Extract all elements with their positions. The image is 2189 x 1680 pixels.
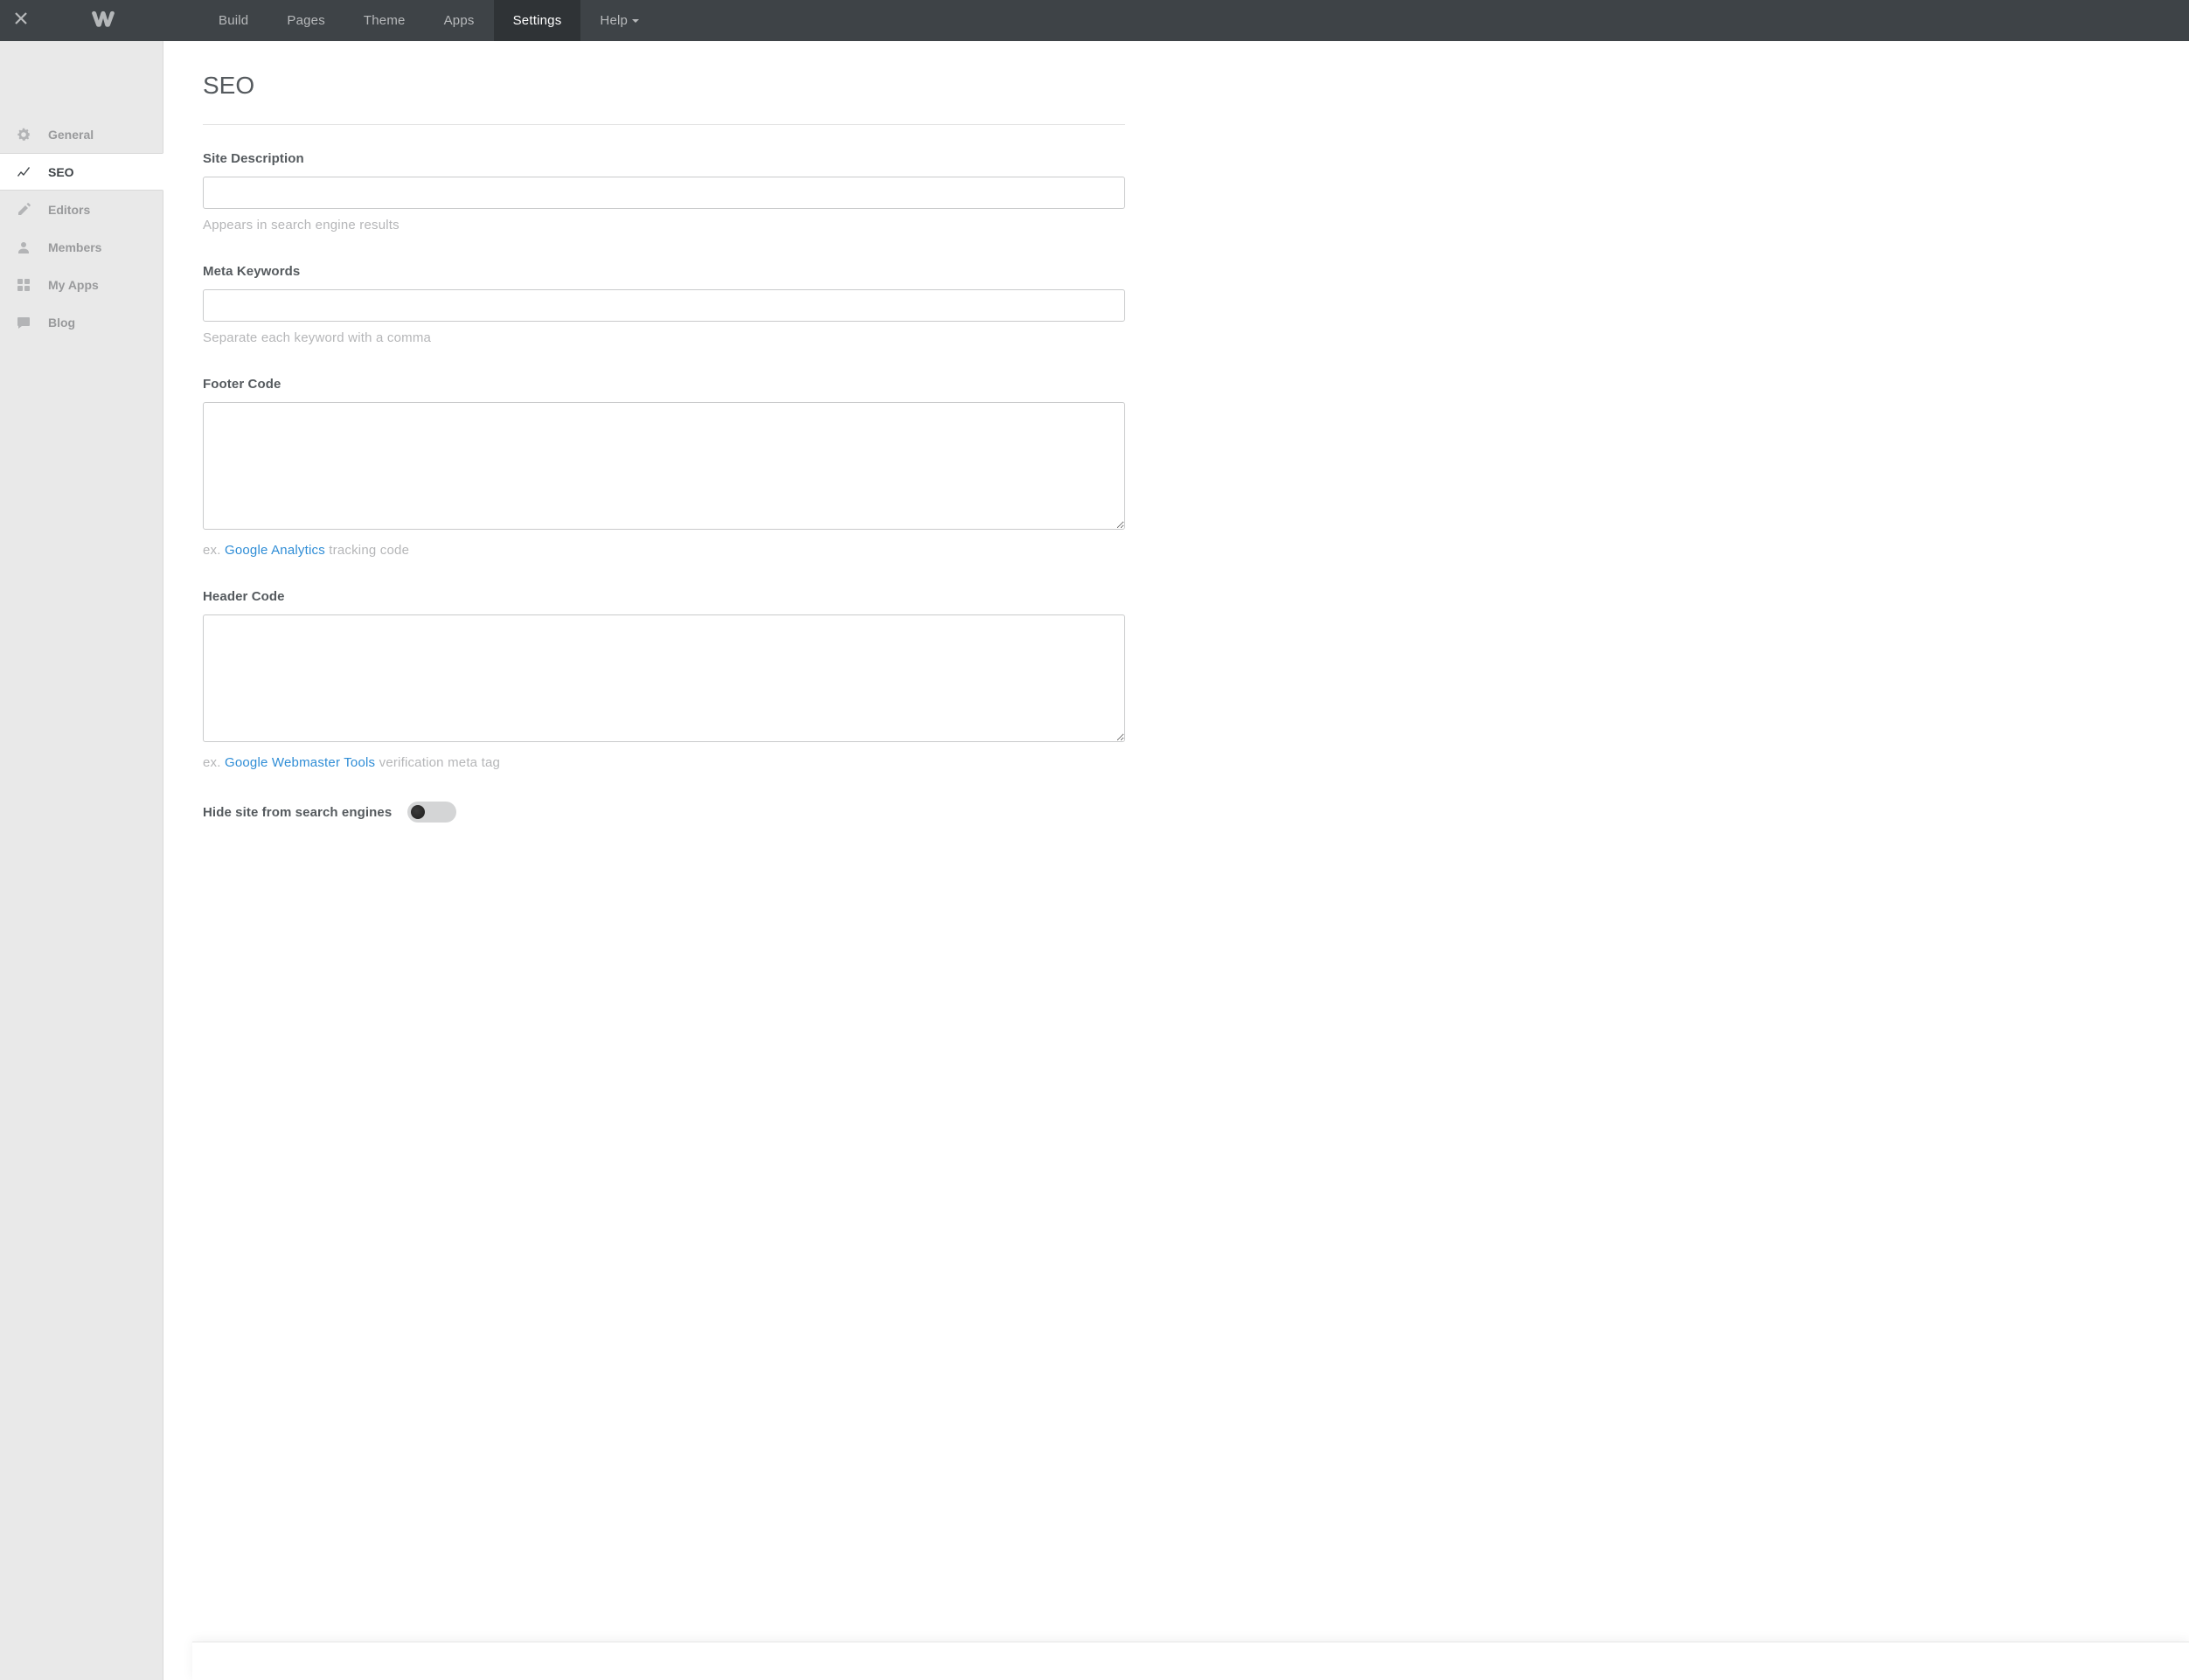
topnav-label: Pages (287, 13, 325, 28)
page-title: SEO (203, 72, 1125, 100)
topnav-label: Build (219, 13, 248, 28)
close-icon (14, 11, 28, 30)
sidebar-item-blog[interactable]: Blog (0, 303, 163, 341)
top-nav: Build Pages Theme Apps Settings Help (199, 0, 658, 41)
field-hint: ex. Google Webmaster Tools verification … (203, 755, 1125, 770)
comment-icon (14, 313, 33, 332)
header-code-textarea[interactable] (203, 614, 1125, 742)
field-hide-site: Hide site from search engines (203, 802, 1125, 823)
topnav-item-build[interactable]: Build (199, 0, 268, 41)
hint-text: ex. (203, 543, 225, 558)
footer-code-textarea[interactable] (203, 402, 1125, 530)
topnav-label: Theme (364, 13, 406, 28)
sidebar-item-label: SEO (48, 165, 74, 179)
hide-site-toggle[interactable] (407, 802, 456, 823)
field-site-description: Site Description Appears in search engin… (203, 151, 1125, 233)
divider (203, 124, 1125, 125)
meta-keywords-input[interactable] (203, 289, 1125, 322)
sidebar-item-members[interactable]: Members (0, 228, 163, 266)
field-hint: Appears in search engine results (203, 218, 1125, 233)
topnav-item-theme[interactable]: Theme (344, 0, 425, 41)
hint-text: ex. (203, 755, 225, 770)
topnav-item-pages[interactable]: Pages (268, 0, 344, 41)
field-header-code: Header Code ex. Google Webmaster Tools v… (203, 589, 1125, 770)
topbar-left (0, 0, 164, 41)
sidebar-item-editors[interactable]: Editors (0, 191, 163, 228)
topnav-item-settings[interactable]: Settings (494, 0, 581, 41)
pencil-icon (14, 200, 33, 219)
settings-sidebar: General SEO Editors Members My Apps (0, 41, 163, 1680)
sidebar-item-general[interactable]: General (0, 115, 163, 153)
sidebar-item-label: General (48, 128, 94, 142)
hint-text: tracking code (325, 543, 409, 558)
user-icon (14, 238, 33, 257)
topnav-label: Help (600, 13, 628, 28)
field-label: Hide site from search engines (203, 805, 392, 820)
trending-icon (14, 163, 33, 182)
hint-link-google-webmaster-tools[interactable]: Google Webmaster Tools (225, 755, 375, 770)
field-meta-keywords: Meta Keywords Separate each keyword with… (203, 264, 1125, 345)
toggle-knob (411, 805, 425, 819)
chevron-down-icon (632, 19, 639, 23)
gear-icon (14, 125, 33, 144)
main-content: SEO Site Description Appears in search e… (163, 41, 2189, 1680)
topnav-item-apps[interactable]: Apps (425, 0, 494, 41)
sidebar-item-label: My Apps (48, 278, 99, 292)
field-hint: Separate each keyword with a comma (203, 330, 1125, 345)
field-label: Header Code (203, 589, 1125, 604)
sidebar-item-label: Members (48, 240, 101, 254)
grid-icon (14, 275, 33, 295)
field-hint: ex. Google Analytics tracking code (203, 543, 1125, 558)
field-label: Meta Keywords (203, 264, 1125, 279)
topnav-label: Apps (444, 13, 475, 28)
field-footer-code: Footer Code ex. Google Analytics trackin… (203, 377, 1125, 558)
topnav-label: Settings (513, 13, 562, 28)
hint-link-google-analytics[interactable]: Google Analytics (225, 543, 325, 558)
topnav-item-help[interactable]: Help (580, 0, 658, 41)
field-label: Footer Code (203, 377, 1125, 392)
sidebar-item-label: Editors (48, 203, 90, 217)
sidebar-item-seo[interactable]: SEO (0, 153, 163, 191)
field-label: Site Description (203, 151, 1125, 166)
site-description-input[interactable] (203, 177, 1125, 209)
sidebar-item-my-apps[interactable]: My Apps (0, 266, 163, 303)
brand-logo[interactable] (42, 7, 164, 34)
hint-text: verification meta tag (375, 755, 500, 770)
close-button[interactable] (0, 11, 42, 30)
bottom-panel (192, 1642, 2189, 1680)
sidebar-item-label: Blog (48, 316, 75, 330)
weebly-logo-icon (92, 7, 115, 34)
top-bar: Build Pages Theme Apps Settings Help (0, 0, 2189, 41)
